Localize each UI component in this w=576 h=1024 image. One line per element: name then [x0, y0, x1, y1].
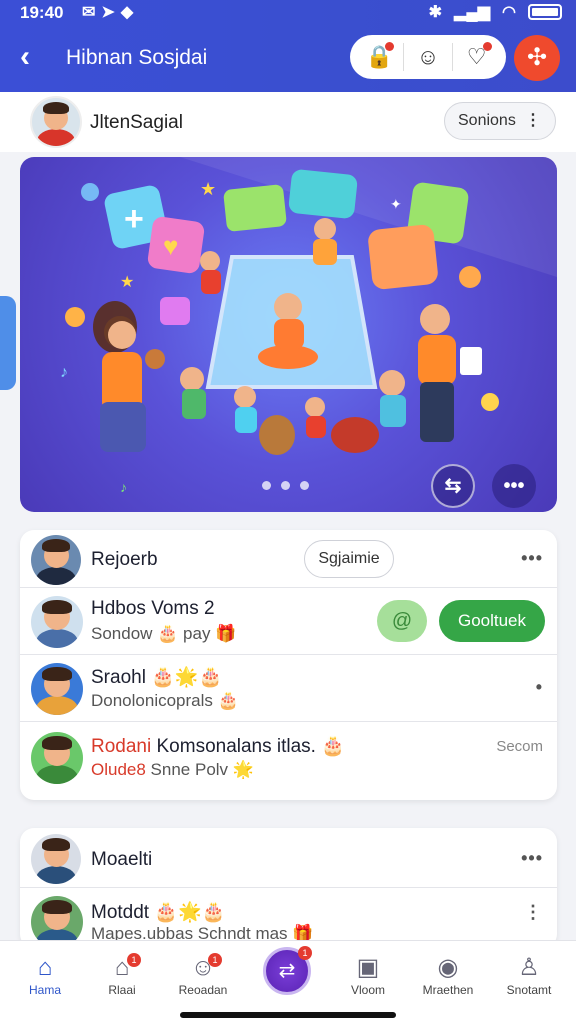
follow-back-button[interactable]: Gooltuek — [439, 600, 545, 642]
avatar[interactable] — [30, 96, 82, 148]
status-right-icons: ✱ ▂▄▆ ◠ — [429, 2, 562, 22]
carousel-dot[interactable] — [300, 481, 309, 490]
more-icon[interactable]: ••• — [521, 848, 543, 869]
notification-badge: 1 — [298, 946, 312, 960]
nav-video[interactable]: ▣ Vloom — [333, 953, 403, 997]
friends-card: Rejoerb Sgjaimie ••• Hdbos Voms 2 Sondow… — [20, 530, 557, 800]
video-icon: ▣ — [356, 954, 380, 981]
signal-icon: ▂▄▆ — [454, 4, 491, 21]
menu-button[interactable]: ✣ — [514, 35, 560, 81]
follow-button[interactable]: Sgjaimie — [304, 540, 394, 578]
nav-label: Hama — [28, 983, 61, 997]
market-icon: ◉ — [437, 954, 459, 981]
support-icon[interactable]: ☺ — [413, 44, 443, 70]
expand-button[interactable]: ⇆ — [431, 464, 475, 508]
carousel-indicator[interactable] — [262, 481, 309, 490]
more-icon[interactable]: • — [536, 677, 543, 698]
wifi-icon: ◠ — [502, 4, 516, 21]
list-item-meta: Secom — [496, 738, 543, 755]
back-button[interactable]: ‹ — [20, 40, 30, 74]
status-time: 19:40 — [20, 3, 64, 22]
sort-button[interactable]: Sonions ⋮ — [444, 102, 556, 140]
nav-label: Reoadan — [178, 983, 228, 997]
hero-banner[interactable]: ★ ★ ✦ + ♥ ♪ ♪ ⇆ ••• — [20, 157, 557, 512]
list-item-title: Rodani Komsonalans itlas. 🎂 — [91, 734, 345, 758]
avatar[interactable] — [31, 535, 81, 585]
hero-illustration: ★ ★ ✦ + ♥ ♪ ♪ — [60, 157, 557, 495]
list-item[interactable]: Hdbos Voms 2 Sondow 🎂 pay 🎁 @ Gooltuek — [20, 588, 557, 655]
list-item[interactable]: Rodani Komsonalans itlas. 🎂 Olude8 Snne … — [20, 722, 557, 800]
card-header-row[interactable]: Moaelti ••• — [20, 828, 557, 888]
nav-home[interactable]: ⌂ Hama — [10, 953, 80, 997]
nav-chat[interactable]: ☺ 1 Reoadan — [168, 953, 238, 997]
app-header: 19:40 ✉➤◆ ✱ ▂▄▆ ◠ ‹ Hibnan Sosjdai 🔒 ☺ ♡… — [0, 0, 576, 92]
more-icon: ⋮ — [525, 112, 541, 129]
card-header-row[interactable]: Rejoerb Sgjaimie ••• — [20, 530, 557, 588]
divider — [451, 43, 453, 71]
list-item-title-highlight: Rodani — [91, 736, 152, 757]
svg-text:+: + — [124, 200, 144, 238]
list-item-subtitle-rest: Snne Polv 🌟 — [145, 760, 254, 779]
nav-label: Vloom — [350, 983, 385, 997]
nav-label: Rlaai — [108, 983, 136, 997]
header-actions: 🔒 ☺ ♡ — [350, 35, 506, 79]
more-icon[interactable]: ⋮ — [524, 902, 543, 923]
page-title: Hibnan Sosjdai — [66, 46, 208, 69]
suggestions-card: Moaelti ••• Motddt 🎂🌟🎂 Mapes.ubbas Schnd… — [20, 828, 557, 948]
list-item-title: Motddt 🎂🌟🎂 — [91, 902, 226, 923]
list-item-title: Hdbos Voms 2 — [91, 598, 215, 619]
create-button[interactable]: ⇄ 1 — [263, 946, 312, 995]
lock-notification-icon[interactable]: 🔒 — [364, 42, 395, 70]
create-icon: ⇄ — [278, 960, 296, 982]
group-name: Rejoerb — [91, 549, 158, 570]
nav-profile[interactable]: ♙ Snotamt — [494, 953, 564, 997]
list-item-subtitle: Olude8 Snne Polv 🌟 — [91, 760, 254, 780]
nav-market[interactable]: ◉ Mraethen — [413, 953, 483, 997]
list-item[interactable]: Sraohl 🎂🌟🎂 Donolonicoprals 🎂 • — [20, 655, 557, 722]
nav-label: Snotamt — [506, 983, 552, 997]
home-indicator[interactable] — [180, 1012, 396, 1018]
nav-label: Mraethen — [422, 983, 474, 997]
divider — [403, 43, 405, 71]
profile-icon: ♙ — [518, 954, 540, 981]
avatar[interactable] — [31, 732, 83, 784]
hero-more-button[interactable]: ••• — [492, 464, 536, 508]
heart-icon[interactable]: ♡ — [462, 42, 492, 70]
svg-text:♪: ♪ — [60, 364, 68, 381]
chat-icon[interactable]: @ — [377, 600, 427, 642]
avatar[interactable] — [31, 663, 83, 715]
notification-badge: 1 — [208, 953, 222, 967]
shop-icon: ⌂ 1 — [87, 953, 157, 983]
side-drawer-handle[interactable] — [0, 296, 16, 390]
list-item-subtitle: Sondow 🎂 pay 🎁 — [91, 624, 237, 643]
battery-icon — [528, 4, 562, 20]
list-item-title-rest: Komsonalans itlas. 🎂 — [151, 736, 345, 757]
home-icon: ⌂ — [37, 954, 53, 981]
carousel-dot[interactable] — [281, 481, 290, 490]
group-name: Moaelti — [91, 849, 153, 870]
svg-text:★: ★ — [120, 274, 134, 291]
svg-text:♪: ♪ — [120, 479, 127, 495]
list-item[interactable]: Motddt 🎂🌟🎂 Mapes.ubbas Schndt mas 🎁 ⋮ — [20, 888, 557, 948]
svg-text:♥: ♥ — [163, 231, 178, 261]
profile-name: JltenSagial — [90, 112, 183, 133]
notification-badge: 1 — [127, 953, 141, 967]
svg-text:✦: ✦ — [390, 196, 402, 212]
list-item-subtitle: Donolonicoprals 🎂 — [91, 691, 239, 710]
avatar[interactable] — [31, 596, 83, 648]
list-item-subtitle-highlight: Olude8 — [91, 760, 146, 779]
carousel-dot[interactable] — [262, 481, 271, 490]
avatar[interactable] — [31, 834, 81, 884]
bluetooth-icon: ✱ — [428, 4, 443, 21]
sort-label: Sonions — [458, 112, 516, 129]
list-item-title: Sraohl 🎂🌟🎂 — [91, 667, 223, 688]
status-notification-icons: ✉➤◆ — [82, 4, 140, 21]
nav-shop[interactable]: ⌂ 1 Rlaai — [87, 953, 157, 997]
more-icon[interactable]: ••• — [521, 548, 543, 569]
profile-row: JltenSagial Sonions ⋮ — [0, 92, 576, 152]
svg-text:★: ★ — [200, 179, 216, 199]
status-bar: 19:40 ✉➤◆ ✱ ▂▄▆ ◠ — [0, 0, 576, 30]
chat-icon: ☺ 1 — [168, 953, 238, 983]
